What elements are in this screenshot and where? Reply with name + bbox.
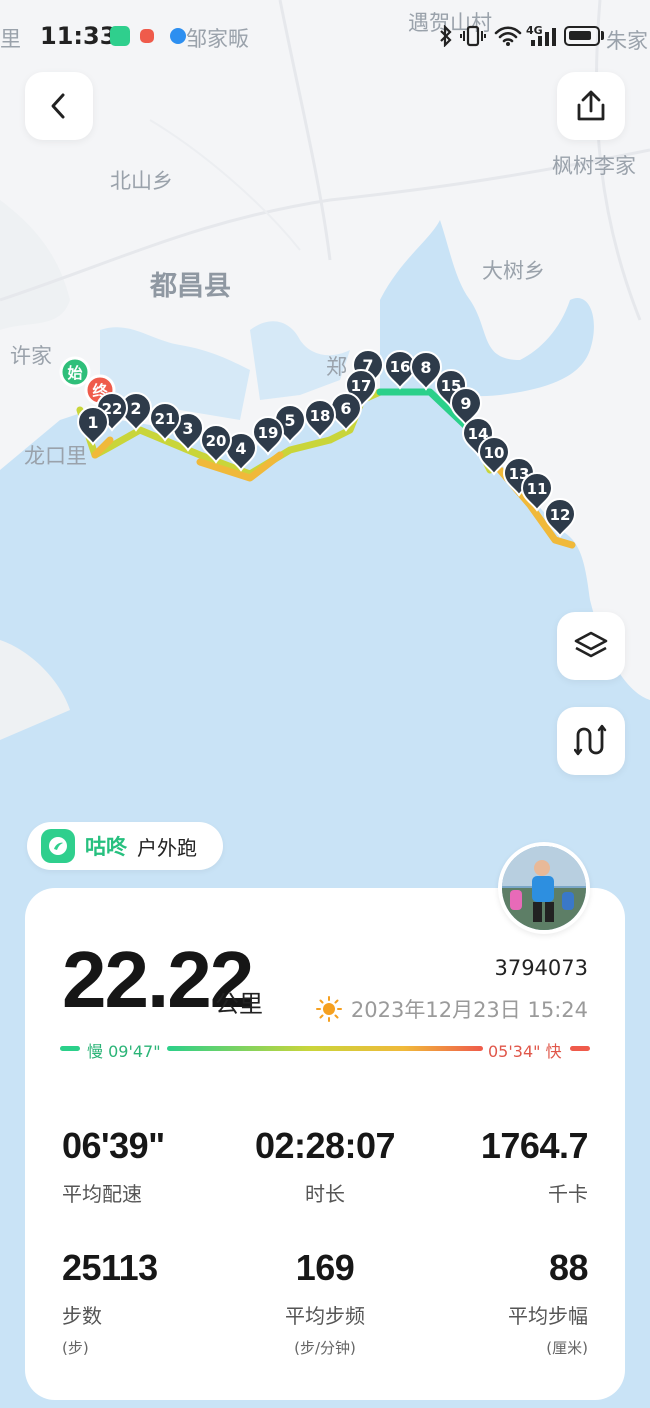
browser-notification-icon xyxy=(170,28,186,44)
battery-icon xyxy=(564,26,600,46)
km-marker-label: 3 xyxy=(182,419,193,438)
map-label: 大树乡 xyxy=(482,259,545,283)
pace-gradient-bar xyxy=(167,1046,483,1051)
pace-slow-dash xyxy=(60,1046,80,1051)
codoon-logo-icon xyxy=(41,829,75,863)
activity-type: 户外跑 xyxy=(137,835,197,860)
stat-unit: (厘米) xyxy=(546,1339,588,1357)
map-label: 枫树李家 xyxy=(552,154,636,178)
km-marker-label: 5 xyxy=(284,411,295,430)
km-marker-label: 12 xyxy=(550,506,571,524)
layers-icon xyxy=(574,631,608,658)
stat-label: 千卡 xyxy=(548,1182,588,1206)
km-marker-label: 18 xyxy=(310,407,331,425)
stat-cadence: 169 平均步频 (步/分钟) xyxy=(225,1250,425,1358)
start-badge[interactable]: 始 xyxy=(59,356,91,388)
stat-avg-pace: 06'39" 平均配速 xyxy=(62,1128,165,1207)
avatar-photo xyxy=(502,846,586,930)
app-notification-icon xyxy=(110,26,130,46)
map-label: 北山乡 xyxy=(110,169,173,193)
share-button[interactable] xyxy=(557,72,625,140)
vibrate-icon xyxy=(460,25,486,47)
route-icon xyxy=(574,724,607,756)
wifi-icon xyxy=(494,26,522,46)
km-marker-label: 19 xyxy=(258,424,279,442)
stat-label: 时长 xyxy=(305,1182,345,1206)
stat-label: 步数 xyxy=(62,1304,102,1328)
start-badge-label: 始 xyxy=(67,364,82,382)
km-marker-label: 11 xyxy=(527,480,548,498)
sun-weather-icon xyxy=(315,996,342,1022)
datetime-text: 2023年12月23日 15:24 xyxy=(350,998,588,1022)
chevron-left-icon xyxy=(51,93,65,119)
stat-value: 169 xyxy=(295,1247,355,1288)
stat-unit: (步/分钟) xyxy=(294,1339,356,1357)
stat-value: 25113 xyxy=(62,1247,158,1288)
stat-label: 平均配速 xyxy=(62,1182,142,1206)
km-marker-label: 8 xyxy=(420,358,431,377)
km-marker-label: 20 xyxy=(206,432,227,450)
stat-unit: (步) xyxy=(62,1339,89,1357)
calendar-notification-icon xyxy=(140,29,154,43)
app-name: 咕咚 xyxy=(85,835,127,859)
route-replay-button[interactable] xyxy=(557,707,625,775)
stat-value: 06'39" xyxy=(62,1125,165,1166)
stat-stride: 88 平均步幅 (厘米) xyxy=(508,1247,589,1358)
stat-calories: 1764.7 千卡 xyxy=(480,1125,589,1207)
map-layers-button[interactable] xyxy=(557,612,625,680)
km-marker-label: 21 xyxy=(155,410,176,428)
activity-datetime: 2023年12月23日 15:24 xyxy=(315,994,588,1024)
pace-slow-label: 慢 09'47" xyxy=(87,1042,161,1061)
signal-icon xyxy=(531,28,556,46)
back-button[interactable] xyxy=(25,72,93,140)
km-marker-label: 4 xyxy=(235,439,246,458)
stat-duration: 02:28:07 时长 xyxy=(225,1128,425,1207)
app-source-chip: 咕咚 户外跑 xyxy=(27,822,223,870)
map-label-county: 都昌县 xyxy=(149,271,231,302)
status-time: 11:33 xyxy=(40,22,117,50)
map-label: 郑 xyxy=(326,355,347,379)
share-icon xyxy=(577,90,605,121)
pace-fast-dash xyxy=(570,1046,590,1051)
stat-label: 平均步频 xyxy=(285,1304,365,1328)
distance-unit: 公里 xyxy=(215,990,263,1018)
map-label: 许家 xyxy=(10,344,52,368)
avatar[interactable] xyxy=(498,842,590,934)
km-marker-label: 10 xyxy=(484,444,505,462)
stat-steps: 25113 步数 (步) xyxy=(62,1250,158,1358)
km-marker-label: 16 xyxy=(390,358,411,376)
stat-value: 02:28:07 xyxy=(254,1125,396,1166)
km-marker-label: 17 xyxy=(351,377,372,395)
status-bar: 11:33 4G xyxy=(0,0,650,70)
bluetooth-icon xyxy=(440,25,452,47)
pace-legend: 慢 09'47" 05'34" 快 xyxy=(60,1038,590,1061)
km-marker-label: 6 xyxy=(340,399,351,418)
stat-value: 1764.7 xyxy=(480,1125,589,1166)
battery-tip xyxy=(601,31,604,40)
km-marker-label: 1 xyxy=(87,413,98,432)
km-marker-label: 9 xyxy=(460,394,471,413)
stat-value: 88 xyxy=(548,1247,589,1288)
pace-fast-label: 05'34" 快 xyxy=(488,1042,562,1061)
map-label: 龙口里 xyxy=(24,444,87,468)
km-marker-label: 2 xyxy=(130,399,141,418)
user-id: 3794073 xyxy=(494,956,588,980)
stat-label: 平均步幅 xyxy=(508,1304,588,1328)
